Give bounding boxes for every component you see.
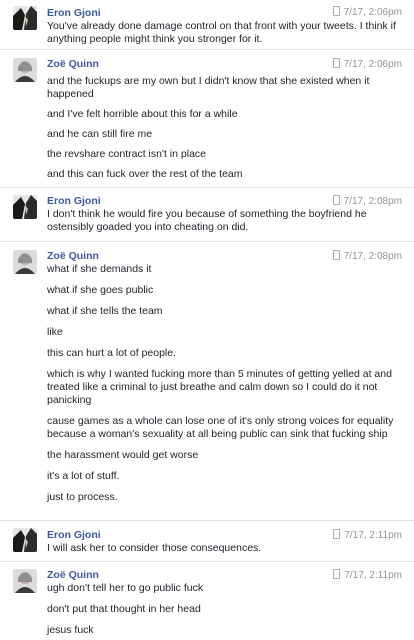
avatar[interactable] xyxy=(13,6,37,30)
message-text: ugh don't tell her to go public fuck xyxy=(47,582,204,594)
message-text: cause games as a whole can lose one of i… xyxy=(47,415,394,440)
message-group: 7/17, 2:06pm Eron Gjoni You've already d… xyxy=(0,0,414,49)
message-timestamp: 7/17, 2:08pm xyxy=(332,195,402,208)
message-text: and he can still fire me xyxy=(47,128,153,140)
message-text: what if she tells the team xyxy=(47,305,163,317)
mobile-phone-icon xyxy=(332,250,340,260)
message-text: and the fuckups are my own but I didn't … xyxy=(47,75,370,100)
message-text: You've already done damage control on th… xyxy=(47,20,396,45)
mobile-phone-icon xyxy=(333,529,341,539)
avatar[interactable] xyxy=(13,195,37,219)
eron-avatar-icon xyxy=(13,6,37,30)
mobile-phone-icon xyxy=(333,569,341,579)
message-group: 7/17, 2:11pm Eron Gjoni I will ask her t… xyxy=(0,520,414,561)
message-timestamp: 7/17, 2:08pm xyxy=(332,250,402,263)
message-group: 7/17, 2:08pm Zoë Quinn what if she deman… xyxy=(0,241,414,520)
message-text: like xyxy=(47,326,63,338)
zoe-avatar-icon xyxy=(13,569,37,593)
message-group: 7/17, 2:08pm Eron Gjoni I don't think he… xyxy=(0,187,414,241)
mobile-phone-icon xyxy=(332,6,340,16)
avatar[interactable] xyxy=(13,569,37,593)
mobile-phone-icon xyxy=(332,58,340,68)
message-text: I don't think he would fire you because … xyxy=(47,208,367,233)
message-text: and I've felt horrible about this for a … xyxy=(47,108,238,120)
zoe-avatar-icon xyxy=(13,250,37,274)
mobile-phone-icon xyxy=(332,195,340,205)
eron-avatar-icon xyxy=(13,528,37,552)
message-thread: 7/17, 2:06pm Eron Gjoni You've already d… xyxy=(0,0,414,640)
message-group: 7/17, 2:06pm Zoë Quinn and the fuckups a… xyxy=(0,49,414,187)
eron-avatar-icon xyxy=(13,195,37,219)
message-timestamp: 7/17, 2:11pm xyxy=(333,569,402,582)
message-text: which is why I wanted fucking more than … xyxy=(47,368,392,406)
message-text: this can hurt a lot of people. xyxy=(47,347,176,359)
avatar[interactable] xyxy=(13,250,37,274)
message-group: 7/17, 2:11pm Zoë Quinn ugh don't tell he… xyxy=(0,561,414,640)
message-text: it's a lot of stuff. xyxy=(47,470,120,482)
message-text: the revshare contract isn't in place xyxy=(47,148,207,160)
message-text: jesus fuck xyxy=(47,624,94,636)
avatar[interactable] xyxy=(13,58,37,82)
message-text: I will ask her to consider those consequ… xyxy=(47,542,262,554)
message-text: don't put that thought in her head xyxy=(47,603,201,615)
message-text: the harassment would get worse xyxy=(47,449,199,461)
message-timestamp: 7/17, 2:11pm xyxy=(333,529,402,542)
message-text: and this can fuck over the rest of the t… xyxy=(47,168,243,180)
message-timestamp: 7/17, 2:06pm xyxy=(332,6,402,19)
message-timestamp: 7/17, 2:06pm xyxy=(332,58,402,71)
message-text: just to process. xyxy=(47,491,118,503)
avatar[interactable] xyxy=(13,528,37,552)
zoe-avatar-icon xyxy=(13,58,37,82)
message-text: what if she goes public xyxy=(47,284,154,296)
message-text: what if she demands it xyxy=(47,263,152,275)
